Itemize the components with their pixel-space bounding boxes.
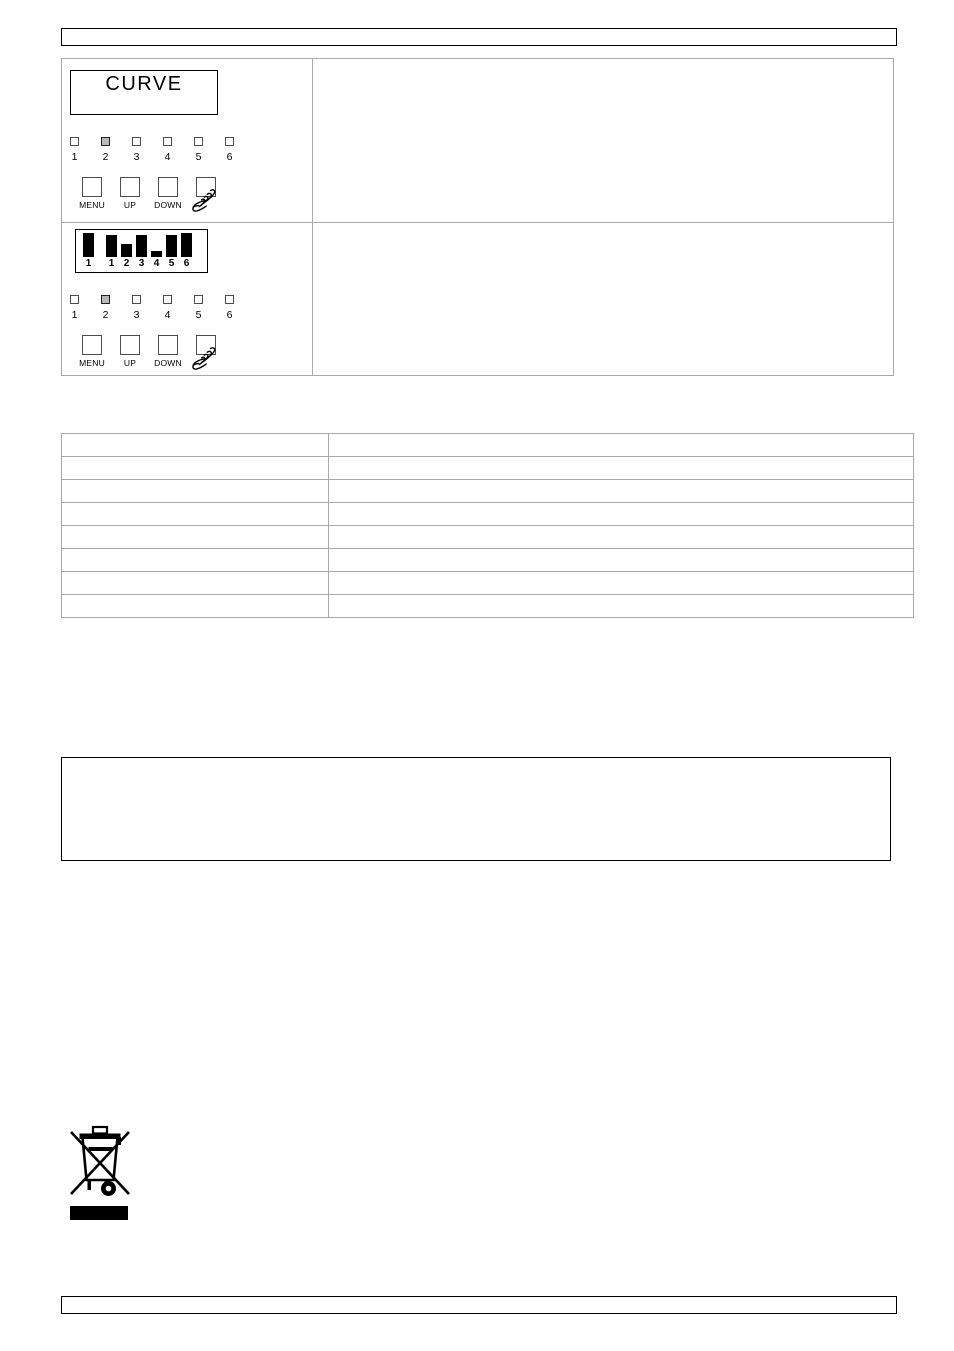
panel-description-text [313, 223, 893, 231]
spec-value [328, 502, 914, 526]
bargraph-label-lead: 1 [85, 258, 92, 269]
led-indicator-3 [132, 295, 141, 304]
led-indicator-4 [163, 295, 172, 304]
table-row [61, 594, 914, 618]
led-number-1: 1 [71, 151, 78, 163]
bargraph-bars [76, 233, 207, 257]
spec-value [328, 548, 914, 572]
table-row [61, 571, 914, 595]
spec-value [328, 479, 914, 503]
bargraph-labels: 1 1 2 3 4 5 6 [76, 257, 207, 271]
control-panel-illustration-curve: CURVE 1 2 3 4 5 6 MENU UP DOWN [61, 58, 313, 223]
led-number-6: 6 [226, 151, 233, 163]
led-indicator-6 [225, 295, 234, 304]
bargraph-label-6: 6 [183, 258, 190, 269]
led-indicator-6 [225, 137, 234, 146]
led-indicator-5 [194, 137, 203, 146]
bargraph-bar-0 [83, 233, 94, 257]
led-number-5: 5 [195, 151, 202, 163]
spec-key [61, 594, 329, 618]
bargraph-label-1: 1 [108, 258, 115, 269]
table-row: 1 1 2 3 4 5 6 1 2 3 4 5 6 MENU UP DOWN [61, 222, 894, 376]
table-row [61, 525, 914, 549]
up-button[interactable] [120, 177, 140, 197]
panel-description-text [313, 59, 893, 67]
table-row [61, 502, 914, 526]
led-indicator-4 [163, 137, 172, 146]
led-number-4: 4 [164, 151, 171, 163]
down-button[interactable] [158, 335, 178, 355]
bargraph-label-5: 5 [168, 258, 175, 269]
control-panel-description-curve [312, 58, 894, 223]
led-number-6: 6 [226, 309, 233, 321]
menu-button[interactable] [82, 335, 102, 355]
bargraph-bar-1 [106, 235, 117, 257]
spec-value [328, 433, 914, 457]
down-button-label: DOWN [154, 358, 182, 368]
lcd-display-curve: CURVE [70, 70, 218, 115]
table-row [61, 479, 914, 503]
enter-button[interactable] [196, 177, 216, 197]
led-indicator-5 [194, 295, 203, 304]
led-number-3: 3 [133, 151, 140, 163]
table-row [61, 548, 914, 572]
table-row [61, 433, 914, 457]
down-button[interactable] [158, 177, 178, 197]
bargraph-bar-5 [166, 235, 177, 257]
enter-button[interactable] [196, 335, 216, 355]
page-header-bar [61, 28, 897, 46]
led-number-4: 4 [164, 309, 171, 321]
bargraph-label-2: 2 [123, 258, 130, 269]
led-indicator-1 [70, 137, 79, 146]
spec-value [328, 594, 914, 618]
spec-key [61, 456, 329, 480]
lcd-display-bargraph: 1 1 2 3 4 5 6 [75, 229, 208, 273]
spec-key [61, 571, 329, 595]
table-row [61, 456, 914, 480]
bargraph-bar-3 [136, 235, 147, 257]
spec-value [328, 525, 914, 549]
spec-key [61, 433, 329, 457]
menu-button[interactable] [82, 177, 102, 197]
spec-key [61, 525, 329, 549]
bargraph-bar-6 [181, 233, 192, 257]
control-panel-illustration-bargraph: 1 1 2 3 4 5 6 1 2 3 4 5 6 MENU UP DOWN [61, 222, 313, 376]
led-number-1: 1 [71, 309, 78, 321]
led-number-3: 3 [133, 309, 140, 321]
table-row: CURVE 1 2 3 4 5 6 MENU UP DOWN [61, 58, 894, 223]
bargraph-label-3: 3 [138, 258, 145, 269]
bargraph-label-4: 4 [153, 258, 160, 269]
specification-table [61, 433, 914, 618]
crossed-out-wheeled-bin-icon [70, 1125, 130, 1220]
control-panel-description-bargraph [312, 222, 894, 376]
led-indicator-3 [132, 137, 141, 146]
spec-key [61, 479, 329, 503]
spec-key [61, 548, 329, 572]
down-button-label: DOWN [154, 200, 182, 210]
note-box [61, 757, 891, 861]
spec-key [61, 502, 329, 526]
bargraph-bar-2 [121, 244, 132, 257]
lcd-curve-label: CURVE [105, 73, 183, 95]
page-footer-bar [61, 1296, 897, 1314]
led-indicator-2 [101, 295, 110, 304]
led-number-5: 5 [195, 309, 202, 321]
spec-value [328, 571, 914, 595]
led-indicator-2 [101, 137, 110, 146]
spec-value [328, 456, 914, 480]
control-panel-table: CURVE 1 2 3 4 5 6 MENU UP DOWN 1 1 2 3 4… [61, 58, 894, 376]
led-indicator-1 [70, 295, 79, 304]
led-number-2: 2 [102, 309, 109, 321]
led-number-2: 2 [102, 151, 109, 163]
up-button[interactable] [120, 335, 140, 355]
